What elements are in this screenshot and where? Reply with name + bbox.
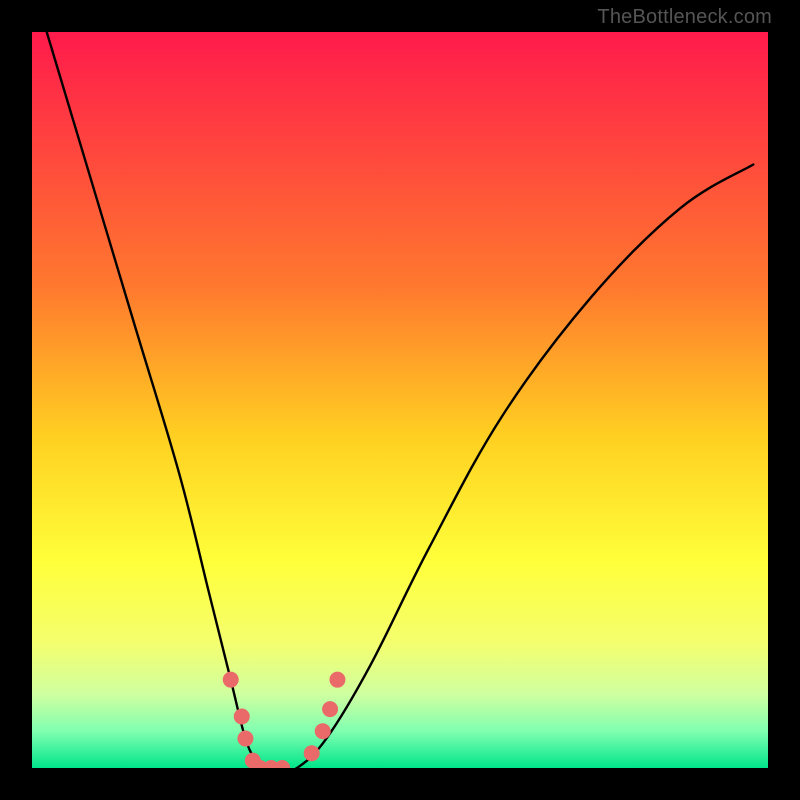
- gradient-background: [32, 32, 768, 768]
- marker-dot: [315, 723, 331, 739]
- marker-dot: [223, 672, 239, 688]
- marker-dot: [237, 731, 253, 747]
- plot-area: [32, 32, 768, 768]
- chart-svg: [32, 32, 768, 768]
- marker-dot: [322, 701, 338, 717]
- marker-dot: [234, 708, 250, 724]
- marker-dot: [304, 745, 320, 761]
- chart-frame: TheBottleneck.com: [0, 0, 800, 800]
- watermark-text: TheBottleneck.com: [597, 6, 772, 29]
- marker-dot: [329, 672, 345, 688]
